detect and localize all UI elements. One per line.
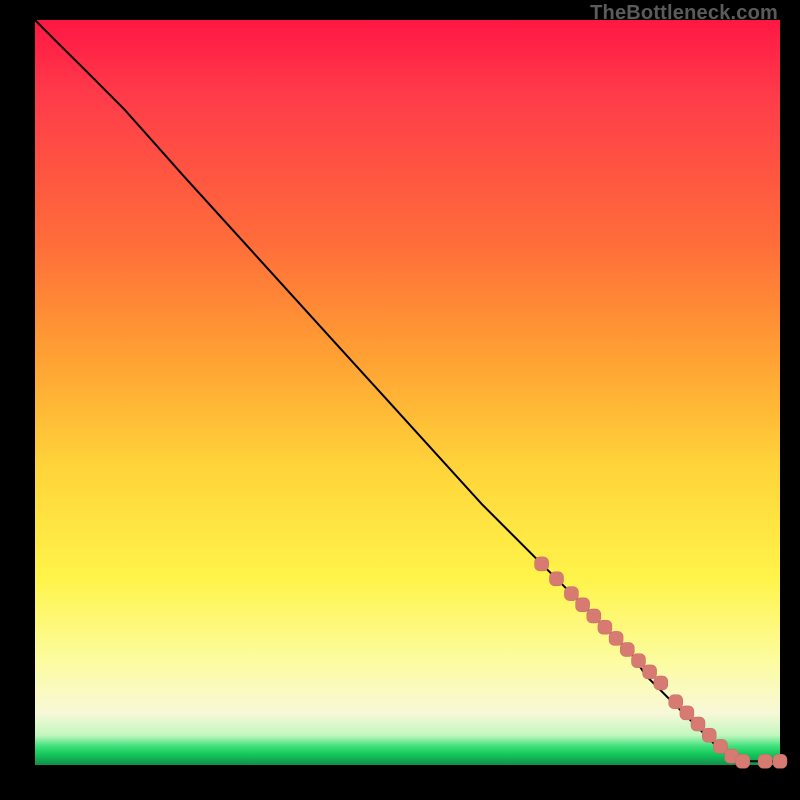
data-marker xyxy=(702,728,716,742)
curve-line xyxy=(35,20,780,761)
markers-group xyxy=(535,557,787,768)
data-marker xyxy=(576,598,590,612)
data-marker xyxy=(632,654,646,668)
data-marker xyxy=(598,620,612,634)
data-marker xyxy=(609,631,623,645)
data-marker xyxy=(587,609,601,623)
data-marker xyxy=(736,754,750,768)
data-marker xyxy=(643,665,657,679)
data-marker xyxy=(691,717,705,731)
plot-area xyxy=(35,20,780,765)
data-marker xyxy=(773,754,787,768)
data-marker xyxy=(758,754,772,768)
data-marker xyxy=(669,695,683,709)
chart-svg xyxy=(35,20,780,765)
data-marker xyxy=(564,587,578,601)
data-marker xyxy=(654,676,668,690)
data-marker xyxy=(535,557,549,571)
chart-container: TheBottleneck.com xyxy=(0,0,800,800)
data-marker xyxy=(620,643,634,657)
data-marker xyxy=(550,572,564,586)
data-marker xyxy=(680,706,694,720)
